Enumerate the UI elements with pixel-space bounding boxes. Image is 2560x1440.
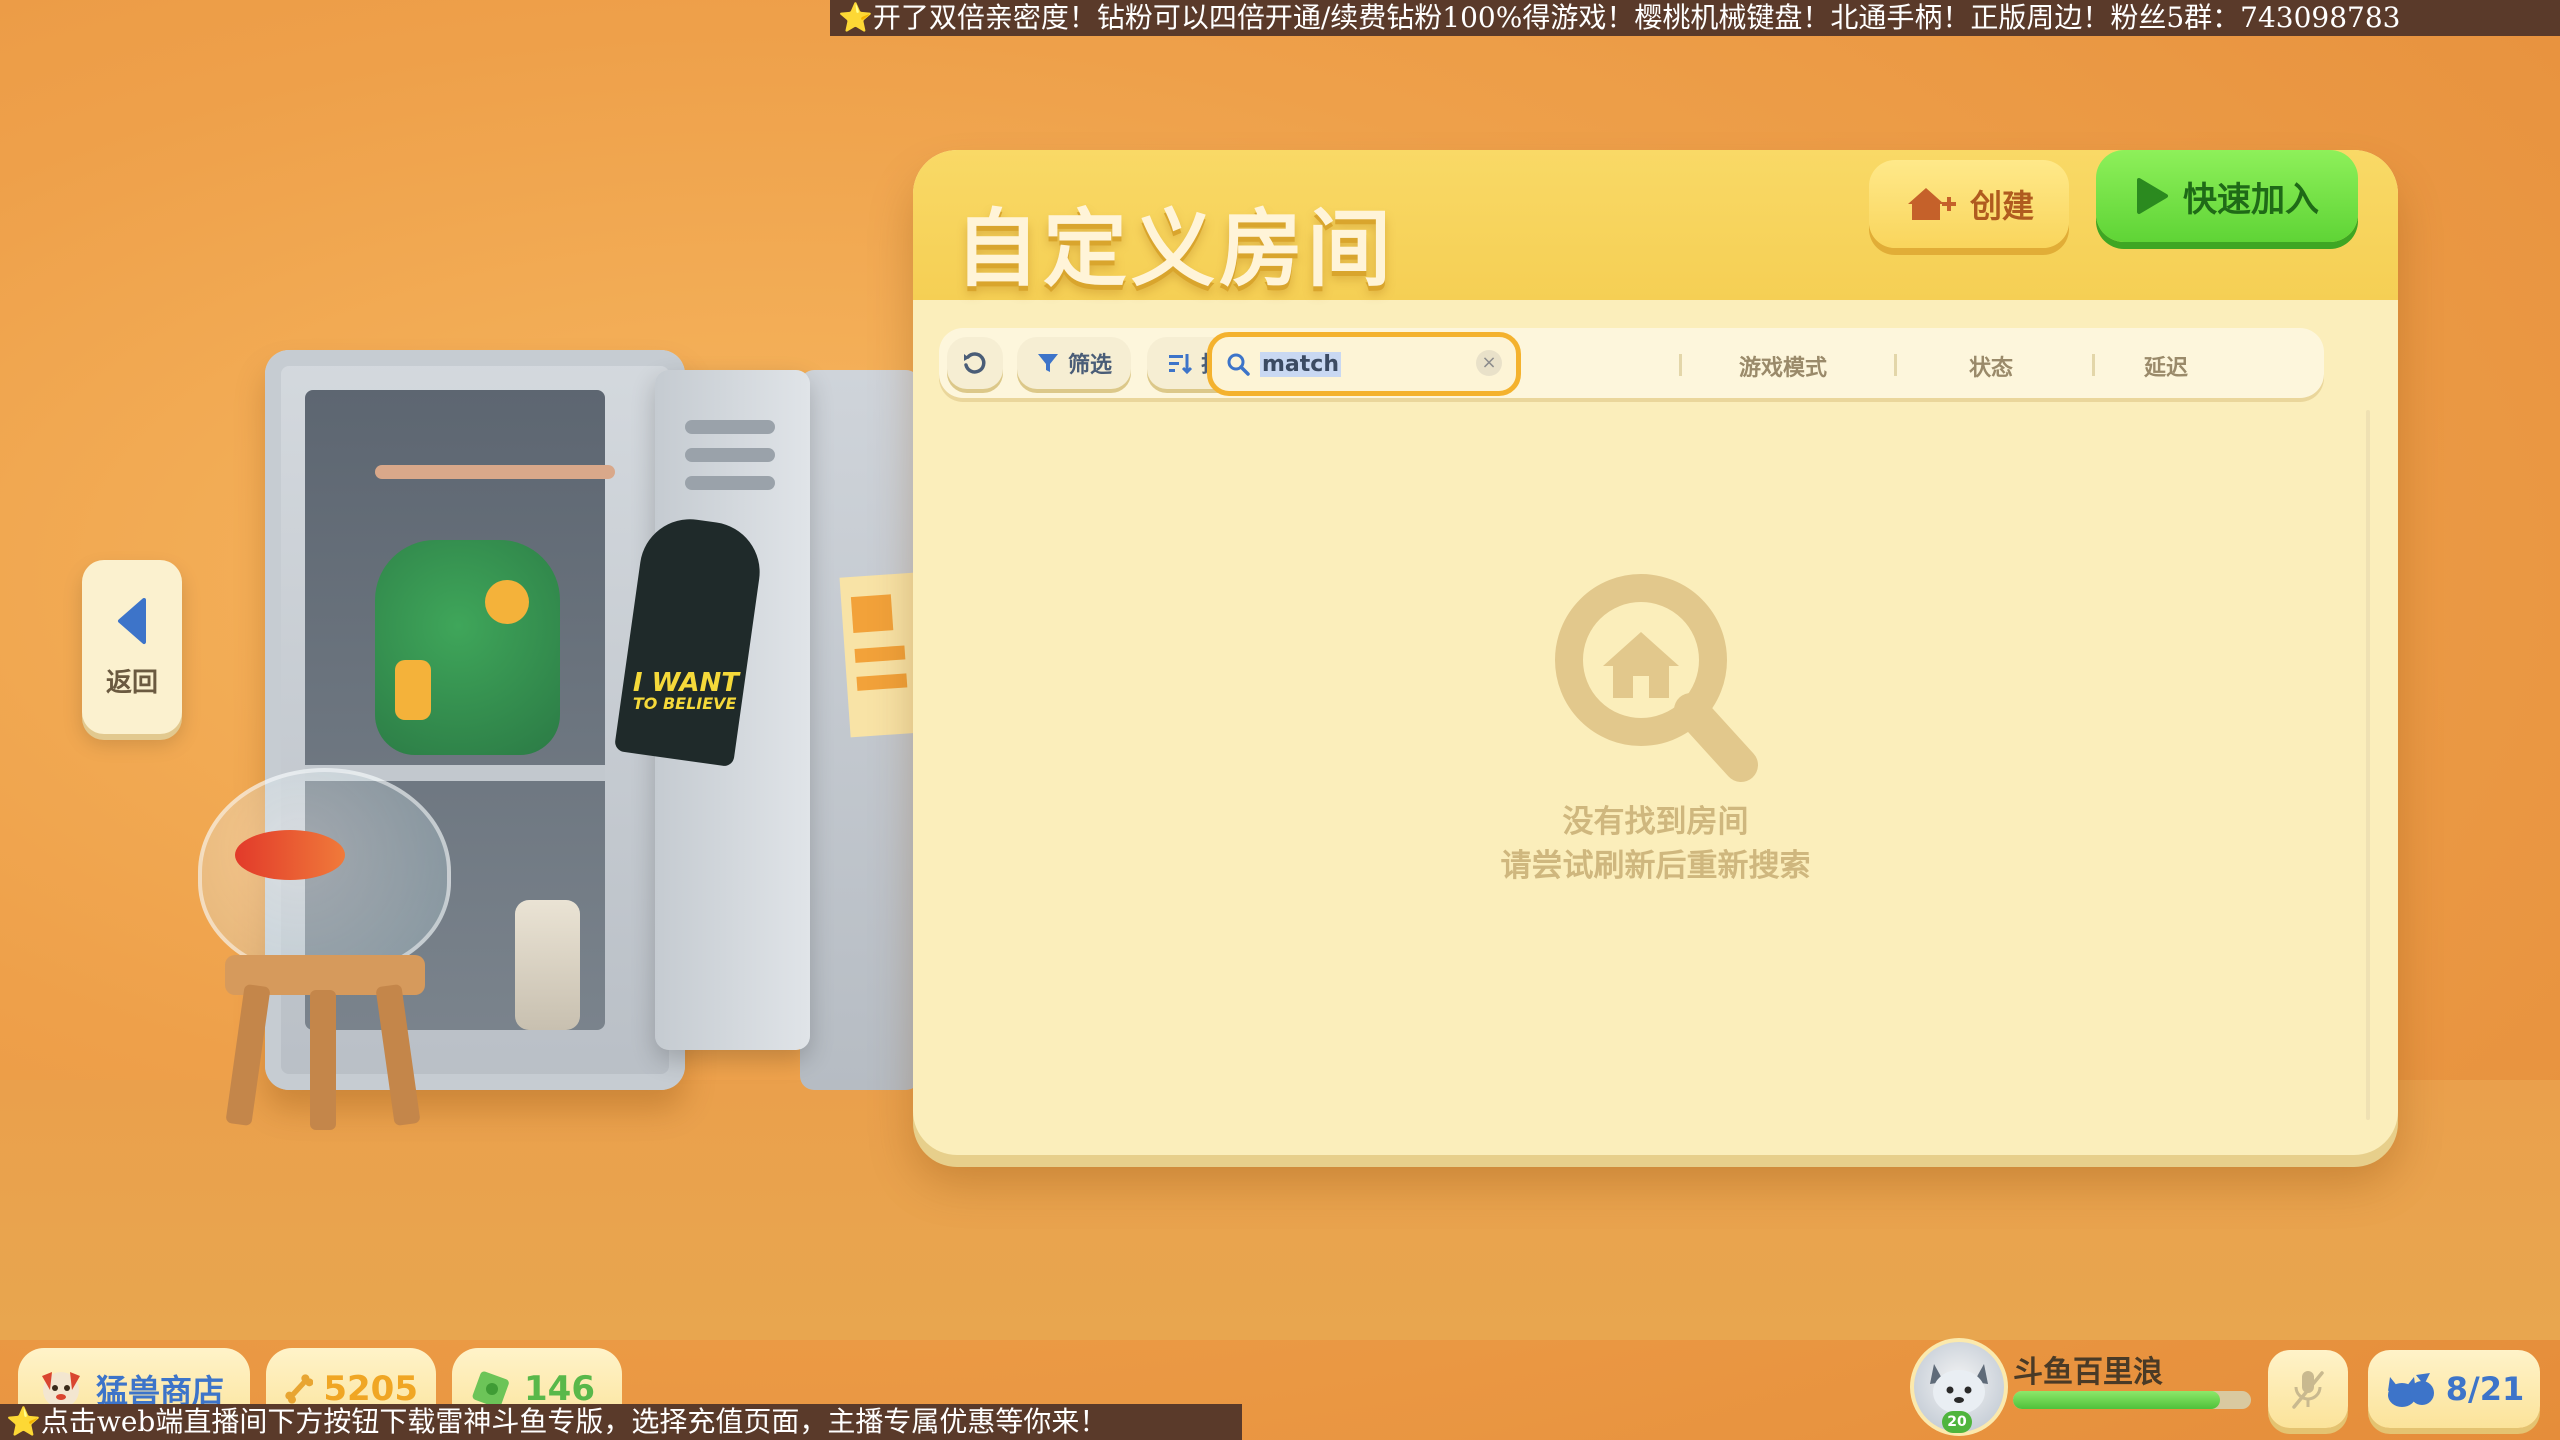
clear-search-button[interactable]: × [1476, 350, 1502, 376]
column-divider [1679, 354, 1682, 376]
room-list-toolbar: 筛选 排序 match × 游戏模式 状态 延迟 [939, 328, 2324, 398]
door-vent [685, 420, 775, 434]
quick-join-label: 快速加入 [2183, 179, 2319, 220]
column-status: 状态 [1969, 356, 2014, 381]
house-plus-icon [1907, 188, 1956, 220]
quick-join-button[interactable]: 快速加入 [2096, 150, 2358, 242]
column-game-mode: 游戏模式 [1739, 356, 1828, 381]
door-vent [685, 476, 775, 490]
backpack-patch [485, 580, 529, 624]
poster-line-2: TO BELIEVE [632, 693, 737, 713]
goldfish [235, 830, 345, 880]
refresh-icon [964, 352, 986, 374]
player-name: 斗鱼百里浪 [2013, 1355, 2163, 1390]
poster-line-1: I WANT [632, 667, 739, 698]
custom-room-panel: 自定义房间 创建 快速加入 筛选 match × 游戏模式 状态 延迟 没有找到… [913, 150, 2398, 1155]
search-icon [1227, 353, 1250, 376]
note-bar [854, 645, 906, 663]
search-input[interactable]: match × [1207, 332, 1521, 396]
player-level-badge: 20 [1942, 1411, 1972, 1433]
cash-count: 146 [524, 1369, 595, 1409]
sort-icon [1168, 354, 1193, 375]
bones-count: 5205 [323, 1369, 418, 1409]
poster-text: I WANT TO BELIEVE [632, 667, 739, 713]
stool-leg [310, 990, 336, 1130]
page-title: 自定义房间 [955, 200, 1396, 298]
xp-bar [2013, 1391, 2251, 1409]
filter-label: 筛选 [1067, 353, 1112, 378]
note-bar [856, 673, 908, 691]
filter-icon [1037, 354, 1058, 372]
stream-ticker-bottom: ⭐点击web端直播间下方按钮下载雷神斗鱼专版，选择充值页面，主播专属优惠等你来！ [0, 1404, 1242, 1440]
column-divider [2092, 354, 2095, 376]
mic-off-icon [2292, 1371, 2324, 1409]
xp-bar-fill [2013, 1391, 2221, 1409]
locker-rod [375, 465, 615, 479]
friends-count: 8/21 [2445, 1370, 2525, 1408]
column-divider [1894, 354, 1897, 376]
refresh-button[interactable] [947, 337, 1003, 389]
chevron-left-icon [118, 597, 146, 644]
door-vent [685, 448, 775, 462]
friends-icon [2387, 1373, 2434, 1407]
empty-state-title: 没有找到房间 [1562, 804, 1749, 840]
empty-state-hint: 请尝试刷新后重新搜索 [1500, 848, 1811, 884]
house-search-icon [1554, 574, 1758, 782]
bottle [515, 900, 580, 1030]
microphone-button[interactable] [2268, 1350, 2348, 1428]
create-room-label: 创建 [1969, 187, 2034, 225]
back-button[interactable]: 返回 [82, 560, 182, 734]
back-label: 返回 [105, 667, 158, 698]
search-value: match [1260, 351, 1341, 377]
play-icon [2137, 178, 2168, 214]
backpack [375, 540, 560, 755]
stream-ticker-top: ⭐开了双倍亲密度！钻粉可以四倍开通/续费钻粉100%得游戏！樱桃机械键盘！北通手… [830, 0, 2560, 36]
empty-state: 没有找到房间 请尝试刷新后重新搜索 [913, 570, 2398, 888]
backpack-pocket [395, 660, 431, 720]
friends-button[interactable]: 8/21 [2368, 1350, 2540, 1428]
create-room-button[interactable]: 创建 [1869, 160, 2069, 248]
note-bar [850, 594, 894, 633]
column-latency: 延迟 [2144, 356, 2189, 381]
filter-button[interactable]: 筛选 [1017, 337, 1131, 389]
